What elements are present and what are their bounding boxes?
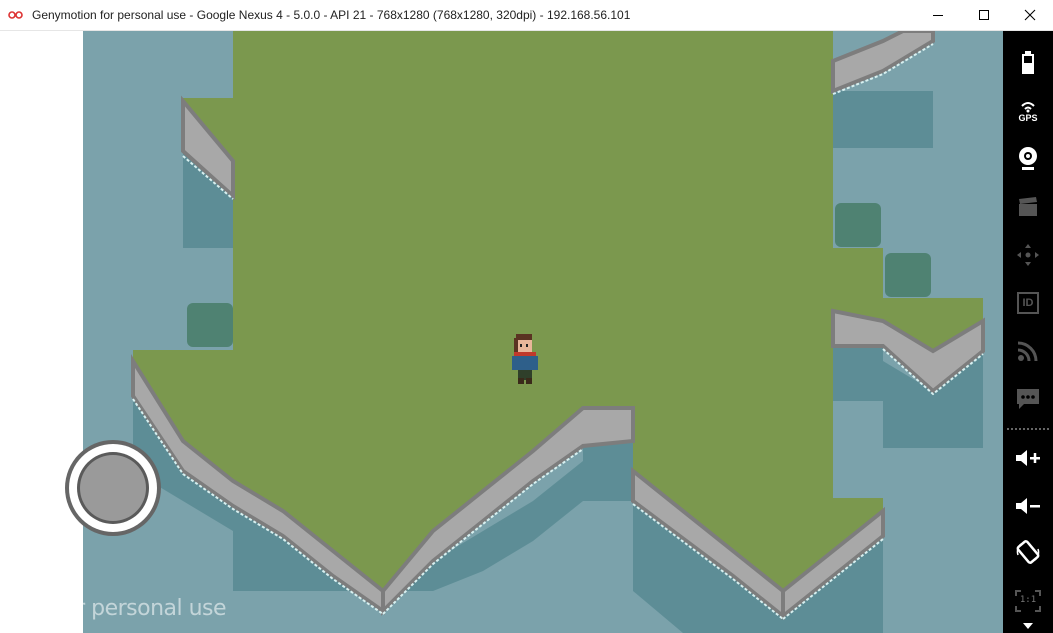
clapperboard-icon [1019, 197, 1037, 216]
id-label: ID [1022, 297, 1034, 309]
virtual-joystick[interactable] [63, 438, 163, 538]
minimize-icon [933, 15, 943, 16]
battery-icon [1022, 51, 1034, 74]
network-button[interactable] [1003, 329, 1053, 373]
minimize-button[interactable] [915, 0, 961, 30]
battery-button[interactable] [1003, 41, 1053, 85]
close-icon [1024, 9, 1036, 21]
message-icon [1017, 389, 1039, 409]
window-title: Genymotion for personal use - Google Nex… [32, 8, 631, 22]
pixel-perfect-button[interactable]: 1:1 [1003, 579, 1053, 623]
game-viewport[interactable] [83, 31, 1003, 633]
window-titlebar: Genymotion for personal use - Google Nex… [0, 0, 1053, 31]
close-button[interactable] [1007, 0, 1053, 30]
sms-button[interactable] [1003, 377, 1053, 421]
game-map [83, 31, 1003, 633]
device-id-button[interactable]: ID [1003, 281, 1053, 325]
rotate-button[interactable] [1003, 530, 1053, 574]
capture-button[interactable] [1003, 185, 1053, 229]
id-icon: ID [1017, 292, 1039, 314]
emulator-sidebar: GPS ID 1:1 [1003, 31, 1053, 633]
gps-label: GPS [1018, 113, 1038, 123]
scroll-down-icon[interactable] [1023, 623, 1033, 629]
webcam-icon [1019, 147, 1037, 170]
watermark-text: free for personal use [8, 596, 227, 621]
volume-up-icon [1016, 450, 1040, 466]
ratio-label: 1:1 [1019, 595, 1037, 605]
remote-control-button[interactable] [1003, 233, 1053, 277]
dpad-icon [1017, 244, 1039, 266]
rss-icon [1017, 341, 1038, 362]
emulator-margin [0, 31, 83, 633]
maximize-icon [979, 10, 989, 20]
genymotion-logo-icon [8, 11, 23, 19]
gps-button[interactable]: GPS [1003, 89, 1053, 133]
volume-up-button[interactable] [1003, 436, 1053, 480]
webcam-button[interactable] [1003, 137, 1053, 181]
sidebar-divider [1007, 428, 1049, 430]
volume-down-icon [1016, 498, 1040, 514]
maximize-button[interactable] [961, 0, 1007, 30]
rotate-icon [1016, 540, 1040, 564]
volume-down-button[interactable] [1003, 484, 1053, 528]
